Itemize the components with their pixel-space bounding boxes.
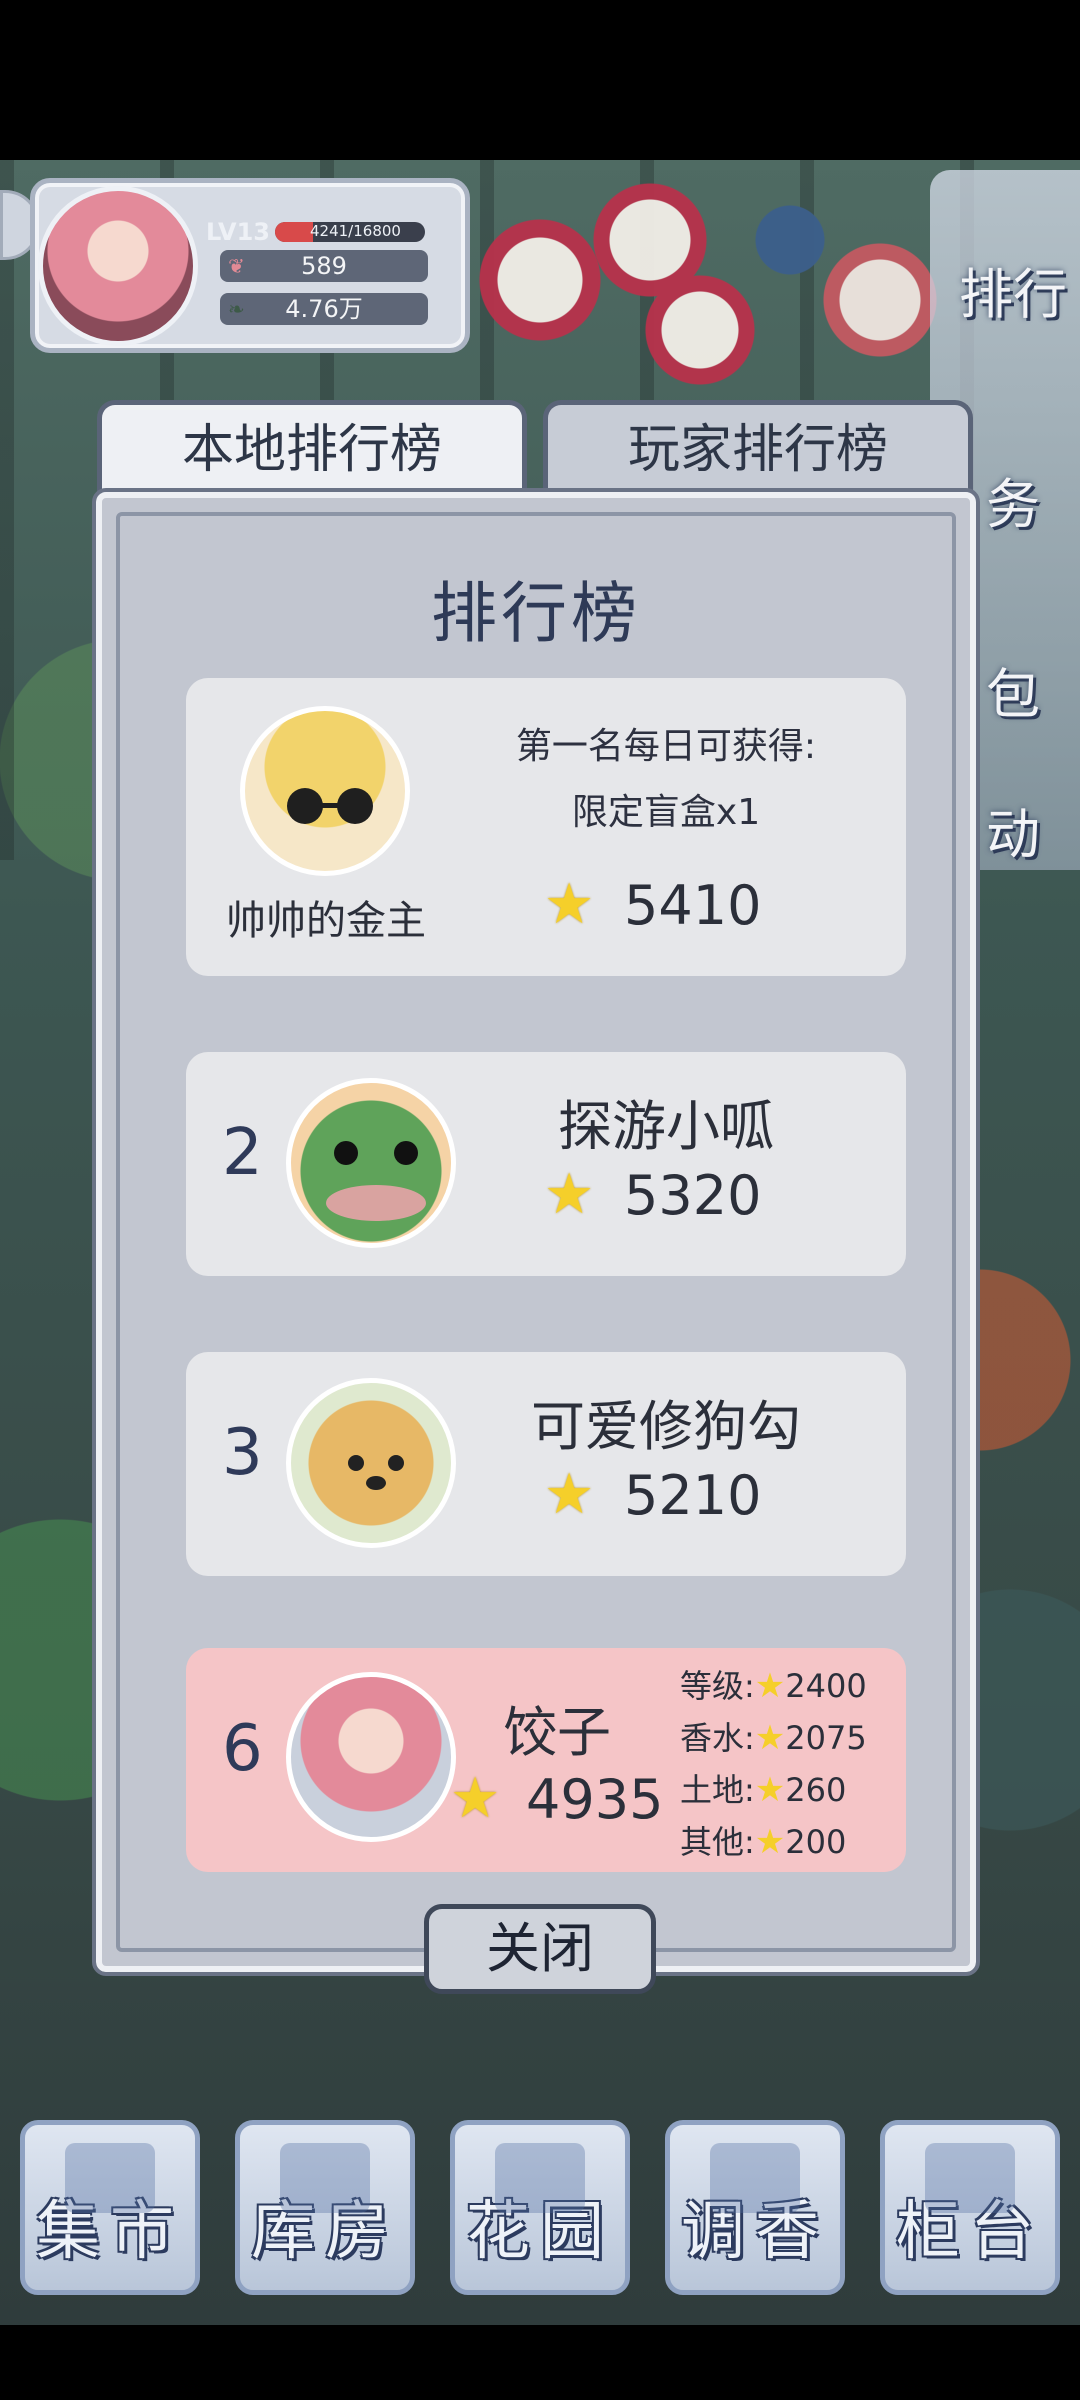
first-reward-line1: 第一名每日可获得: (515, 726, 817, 767)
star-icon: ★ (450, 1766, 501, 1831)
rank-card-second: 2 探游小呱 ★ 5320 (186, 1052, 906, 1276)
garden-rose-icon (495, 2143, 585, 2213)
nav-market-button[interactable]: 集市 (20, 2120, 200, 2295)
counter-shop-icon (925, 2143, 1015, 2213)
breakdown-other-value: 200 (785, 1823, 847, 1861)
breakdown-perfume-label: 香水: (680, 1719, 755, 1757)
warehouse-house-icon (280, 2143, 370, 2213)
rank-card-first: 帅帅的金主 第一名每日可获得: 限定盲盒x1 ★ 5410 (186, 678, 906, 976)
first-name: 帅帅的金主 (226, 898, 426, 944)
avatar-me (286, 1672, 456, 1842)
money-counter: ❧ 4.76万 (220, 293, 428, 325)
me-name: 饺子 (503, 1701, 611, 1764)
money-value: 4.76万 (285, 295, 363, 323)
petal-icon: ❦ (228, 254, 245, 278)
avatar-second (286, 1078, 456, 1248)
second-rank: 2 (222, 1116, 263, 1190)
second-score: 5320 (624, 1164, 762, 1227)
tab-player-ranking[interactable]: 玩家排行榜 (543, 400, 973, 496)
me-rank: 6 (222, 1712, 263, 1786)
nav-garden-button[interactable]: 花园 (450, 2120, 630, 2295)
second-name: 探游小呱 (558, 1095, 774, 1158)
me-score: 4935 (526, 1768, 664, 1831)
third-score: 5210 (624, 1464, 762, 1527)
third-name: 可爱修狗勾 (531, 1395, 801, 1458)
status-bar-area (0, 0, 1080, 160)
breakdown-perfume-value: 2075 (785, 1719, 867, 1757)
side-menu-rank[interactable]: 排行 (958, 250, 1068, 329)
frog-icon (326, 1141, 426, 1221)
first-reward-line2: 限定盲盒x1 (571, 792, 761, 833)
rank-card-me: 6 饺子 ★ 4935 等级:★2400 香水:★2075 土地:★260 其他… (186, 1648, 906, 1872)
star-icon: ★ (754, 1666, 786, 1706)
nav-counter-button[interactable]: 柜台 (880, 2120, 1060, 2295)
rank-card-third: 3 可爱修狗勾 ★ 5210 (186, 1352, 906, 1576)
breakdown-land: 土地:★260 (680, 1764, 867, 1816)
star-icon: ★ (754, 1822, 786, 1862)
avatar-third (286, 1378, 456, 1548)
panel-title: 排行榜 (431, 575, 641, 652)
breakdown-perfume: 香水:★2075 (680, 1712, 867, 1764)
player-avatar[interactable] (38, 186, 198, 346)
nav-blend-button[interactable]: 调香 (665, 2120, 845, 2295)
bottom-nav: 集市 库房 花园 调香 柜台 (20, 2120, 1060, 2295)
star-icon: ★ (754, 1770, 786, 1810)
first-reward: 第一名每日可获得: 限定盲盒x1 (466, 714, 866, 846)
petal-value: 589 (301, 252, 347, 280)
sunglasses-icon (287, 788, 373, 824)
bottom-bar-area (0, 2325, 1080, 2400)
exp-bar-fill (275, 222, 313, 242)
petal-counter: ❦ 589 (220, 250, 428, 282)
breakdown-land-value: 260 (785, 1771, 847, 1809)
breakdown-other-label: 其他: (680, 1823, 755, 1861)
player-level: LV13 (206, 218, 270, 246)
nav-warehouse-button[interactable]: 库房 (235, 2120, 415, 2295)
dog-icon (348, 1455, 404, 1490)
star-icon: ★ (544, 1162, 595, 1227)
close-button[interactable]: 关闭 (424, 1904, 656, 1994)
breakdown-land-label: 土地: (680, 1771, 755, 1809)
star-icon: ★ (544, 872, 595, 937)
breakdown-other: 其他:★200 (680, 1816, 867, 1868)
avatar-first (240, 706, 410, 876)
market-gate-icon (65, 2143, 155, 2213)
background-flowers (460, 180, 980, 410)
star-icon: ★ (544, 1462, 595, 1527)
score-breakdown: 等级:★2400 香水:★2075 土地:★260 其他:★200 (680, 1660, 867, 1868)
third-rank: 3 (222, 1416, 263, 1490)
leaderboard-panel: 排行榜 帅帅的金主 第一名每日可获得: 限定盲盒x1 ★ 5410 2 探游小呱… (92, 488, 980, 1976)
exp-text: 4241/16800 (310, 222, 401, 240)
breakdown-level: 等级:★2400 (680, 1660, 867, 1712)
breakdown-level-label: 等级: (680, 1667, 755, 1705)
tab-local-ranking[interactable]: 本地排行榜 (97, 400, 527, 496)
leaf-icon: ❧ (228, 297, 245, 321)
star-icon: ★ (754, 1718, 786, 1758)
breakdown-level-value: 2400 (785, 1667, 867, 1705)
first-score: 5410 (624, 874, 762, 937)
blend-bottle-icon (710, 2143, 800, 2213)
